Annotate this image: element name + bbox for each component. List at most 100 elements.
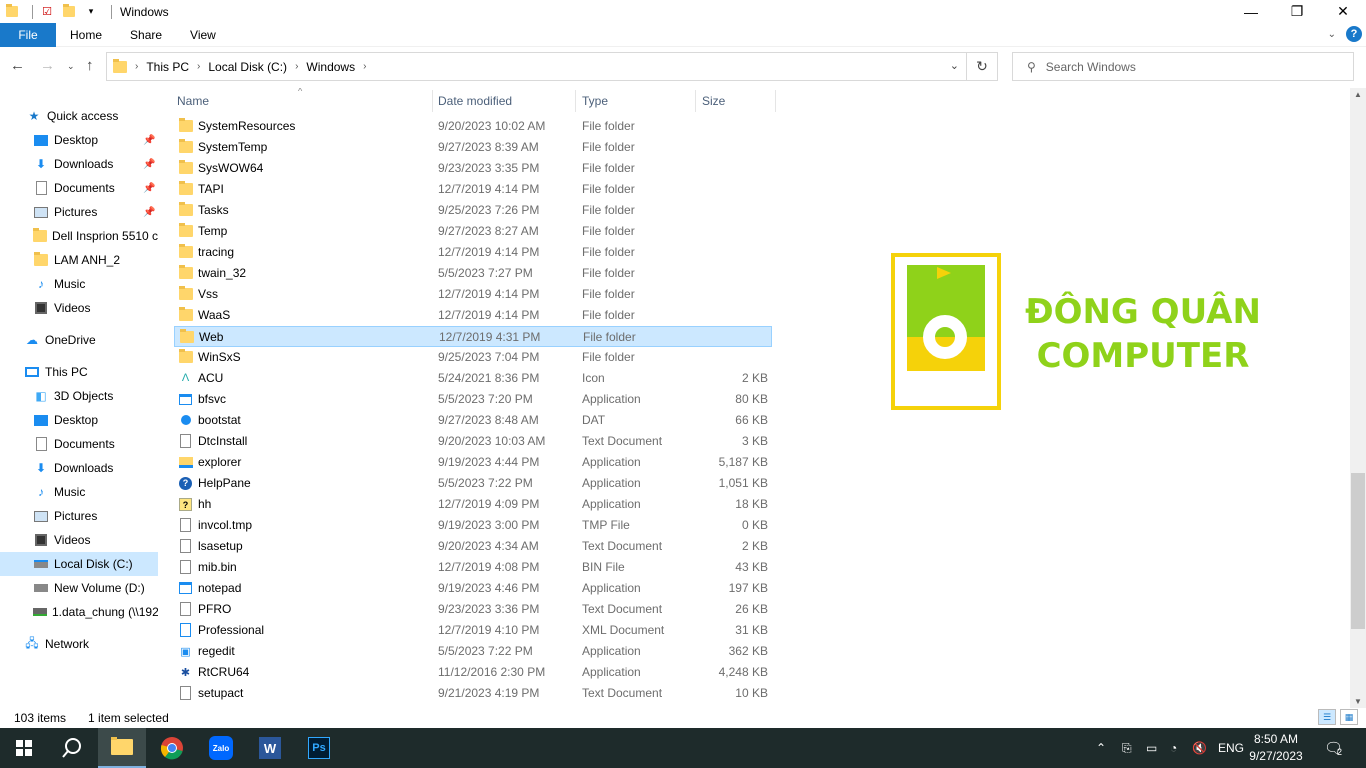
column-header-type[interactable]: Type xyxy=(582,88,608,114)
scroll-down-icon[interactable]: ▼ xyxy=(1354,697,1362,706)
file-explorer-icon[interactable] xyxy=(98,728,146,768)
nav-item-music-pc[interactable]: ♪ Music xyxy=(0,480,158,504)
chevron-right-icon[interactable]: › xyxy=(363,61,366,72)
nav-quick-access[interactable]: ★ Quick access xyxy=(0,104,158,128)
chevron-right-icon[interactable]: › xyxy=(295,61,298,72)
table-row[interactable]: PFRO 9/23/2023 3:36 PM Text Document 26 KB xyxy=(174,599,772,620)
tab-home[interactable]: Home xyxy=(56,28,116,42)
nav-item-documents-pc[interactable]: Documents xyxy=(0,432,158,456)
scrollbar-thumb[interactable] xyxy=(1351,473,1365,629)
table-row[interactable]: setupact 9/21/2023 4:19 PM Text Document 10… xyxy=(174,683,772,704)
battery-icon[interactable]: ▭ xyxy=(1146,728,1157,768)
table-row[interactable]: SystemTemp 9/27/2023 8:39 AM File folder xyxy=(174,137,772,158)
nav-item-pictures[interactable]: Pictures 📌 xyxy=(0,200,158,224)
forward-arrow-icon[interactable]: → xyxy=(40,57,55,74)
customize-dropdown-icon[interactable]: ▾ xyxy=(83,4,99,20)
breadcrumb-windows[interactable]: Windows xyxy=(306,60,355,74)
help-button[interactable]: ? xyxy=(1346,26,1362,42)
table-row[interactable]: tracing 12/7/2019 4:14 PM File folder xyxy=(174,242,772,263)
column-divider[interactable] xyxy=(432,90,433,112)
new-folder-icon[interactable] xyxy=(61,4,77,20)
table-row[interactable]: SystemResources 9/20/2023 10:02 AM File fo… xyxy=(174,116,772,137)
table-row[interactable]: lsasetup 9/20/2023 4:34 AM Text Document 2 … xyxy=(174,536,772,557)
table-row[interactable]: ▣ regedit 5/5/2023 7:22 PM Application 362 K… xyxy=(174,641,772,662)
column-header-name[interactable]: Name xyxy=(177,88,209,114)
up-arrow-icon[interactable]: ↑ xyxy=(86,57,94,74)
show-hidden-icons-icon[interactable]: ⌃ xyxy=(1096,728,1106,768)
nav-item-videos[interactable]: Videos xyxy=(0,296,158,320)
nav-item-dell[interactable]: Dell Insprion 5510 c xyxy=(0,224,158,248)
refresh-icon[interactable]: ↻ xyxy=(966,53,997,80)
tab-file[interactable]: File xyxy=(0,22,56,47)
table-row[interactable]: TAPI 12/7/2019 4:14 PM File folder xyxy=(174,179,772,200)
expand-ribbon-icon[interactable]: ⌄ xyxy=(1328,29,1336,40)
nav-network[interactable]: 🖧 Network xyxy=(0,632,158,656)
nav-onedrive[interactable]: ☁ OneDrive xyxy=(0,328,158,352)
column-header-date[interactable]: Date modified xyxy=(438,88,512,114)
table-row[interactable]: SysWOW64 9/23/2023 3:35 PM File folder xyxy=(174,158,772,179)
address-dropdown-icon[interactable]: ⌄ xyxy=(950,59,959,72)
nav-item-desktop-pc[interactable]: Desktop xyxy=(0,408,158,432)
table-row[interactable]: ? HelpPane 5/5/2023 7:22 PM Application 1,05… xyxy=(174,473,772,494)
nav-item-lam-anh[interactable]: LAM ANH_2 xyxy=(0,248,158,272)
table-row[interactable]: bfsvc 5/5/2023 7:20 PM Application 80 KB xyxy=(174,389,772,410)
tab-view[interactable]: View xyxy=(176,28,230,42)
maximize-button[interactable]: ❐ xyxy=(1274,0,1320,23)
column-divider[interactable] xyxy=(775,90,776,112)
table-row[interactable]: twain_32 5/5/2023 7:27 PM File folder xyxy=(174,263,772,284)
notification-icon[interactable]: 🗨 2 xyxy=(1324,728,1343,768)
clock[interactable]: 8:50 AM 9/27/2023 xyxy=(1240,731,1312,765)
chevron-right-icon[interactable]: › xyxy=(135,61,138,72)
nav-item-desktop[interactable]: Desktop 📌 xyxy=(0,128,158,152)
start-icon[interactable] xyxy=(0,728,48,768)
nav-item-network-drive[interactable]: 1.data_chung (\\192 xyxy=(0,600,158,624)
large-icons-view-icon[interactable]: ▦ xyxy=(1340,709,1358,725)
table-row[interactable]: mib.bin 12/7/2019 4:08 PM BIN File 43 KB xyxy=(174,557,772,578)
table-row[interactable]: Λ ACU 5/24/2021 8:36 PM Icon 2 KB xyxy=(174,368,772,389)
breadcrumb-this-pc[interactable]: This PC xyxy=(146,60,189,74)
nav-this-pc[interactable]: This PC xyxy=(0,360,158,384)
breadcrumb-local-disk[interactable]: Local Disk (C:) xyxy=(208,60,287,74)
table-row[interactable]: WaaS 12/7/2019 4:14 PM File folder xyxy=(174,305,772,326)
nav-item-music[interactable]: ♪ Music xyxy=(0,272,158,296)
scroll-up-icon[interactable]: ▲ xyxy=(1354,90,1362,99)
word-icon[interactable]: W xyxy=(246,728,294,768)
chrome-icon[interactable] xyxy=(148,728,196,768)
chevron-right-icon[interactable]: › xyxy=(197,61,200,72)
table-row[interactable]: WinSxS 9/25/2023 7:04 PM File folder xyxy=(174,347,772,368)
table-row[interactable]: DtcInstall 9/20/2023 10:03 AM Text Documen… xyxy=(174,431,772,452)
vertical-scrollbar[interactable]: ▲ ▼ xyxy=(1350,88,1366,708)
search-icon[interactable] xyxy=(48,728,96,768)
table-row[interactable]: invcol.tmp 9/19/2023 3:00 PM TMP File 0 KB xyxy=(174,515,772,536)
search-box[interactable]: ⚲ Search Windows xyxy=(1012,52,1354,81)
properties-icon[interactable]: ☑ xyxy=(39,4,55,20)
back-arrow-icon[interactable]: ← xyxy=(10,57,25,74)
volume-muted-icon[interactable]: 🔇 xyxy=(1192,728,1207,768)
recent-locations-icon[interactable]: ⌄ xyxy=(67,61,75,72)
table-row[interactable]: Web 12/7/2019 4:31 PM File folder xyxy=(174,326,772,347)
nav-item-3d-objects[interactable]: ◧ 3D Objects xyxy=(0,384,158,408)
table-row[interactable]: Vss 12/7/2019 4:14 PM File folder xyxy=(174,284,772,305)
tab-share[interactable]: Share xyxy=(116,28,176,42)
details-view-icon[interactable]: ☰ xyxy=(1318,709,1336,725)
nav-item-new-volume[interactable]: New Volume (D:) xyxy=(0,576,158,600)
column-divider[interactable] xyxy=(575,90,576,112)
nav-item-downloads[interactable]: ⬇ Downloads 📌 xyxy=(0,152,158,176)
nav-item-downloads-pc[interactable]: ⬇ Downloads xyxy=(0,456,158,480)
nav-item-videos-pc[interactable]: Videos xyxy=(0,528,158,552)
table-row[interactable]: notepad 9/19/2023 4:46 PM Application 197 K… xyxy=(174,578,772,599)
table-row[interactable]: ? hh 12/7/2019 4:09 PM Application 18 KB xyxy=(174,494,772,515)
table-row[interactable]: ✱ RtCRU64 11/12/2016 2:30 PM Application 4,2… xyxy=(174,662,772,683)
nav-item-local-disk[interactable]: Local Disk (C:) xyxy=(0,552,158,576)
table-row[interactable]: Temp 9/27/2023 8:27 AM File folder xyxy=(174,221,772,242)
table-row[interactable]: bootstat 9/27/2023 8:48 AM DAT 66 KB xyxy=(174,410,772,431)
wifi-icon[interactable]: ◔ xyxy=(1170,728,1177,768)
nav-item-pictures-pc[interactable]: Pictures xyxy=(0,504,158,528)
photoshop-icon[interactable]: Ps xyxy=(295,728,343,768)
device-icon[interactable]: ⎘ xyxy=(1122,728,1132,768)
nav-item-documents[interactable]: Documents 📌 xyxy=(0,176,158,200)
column-divider[interactable] xyxy=(695,90,696,112)
address-bar[interactable]: › This PC › Local Disk (C:) › Windows › … xyxy=(106,52,998,81)
zalo-icon[interactable]: Zalo xyxy=(197,728,245,768)
column-header-size[interactable]: Size xyxy=(702,88,725,114)
